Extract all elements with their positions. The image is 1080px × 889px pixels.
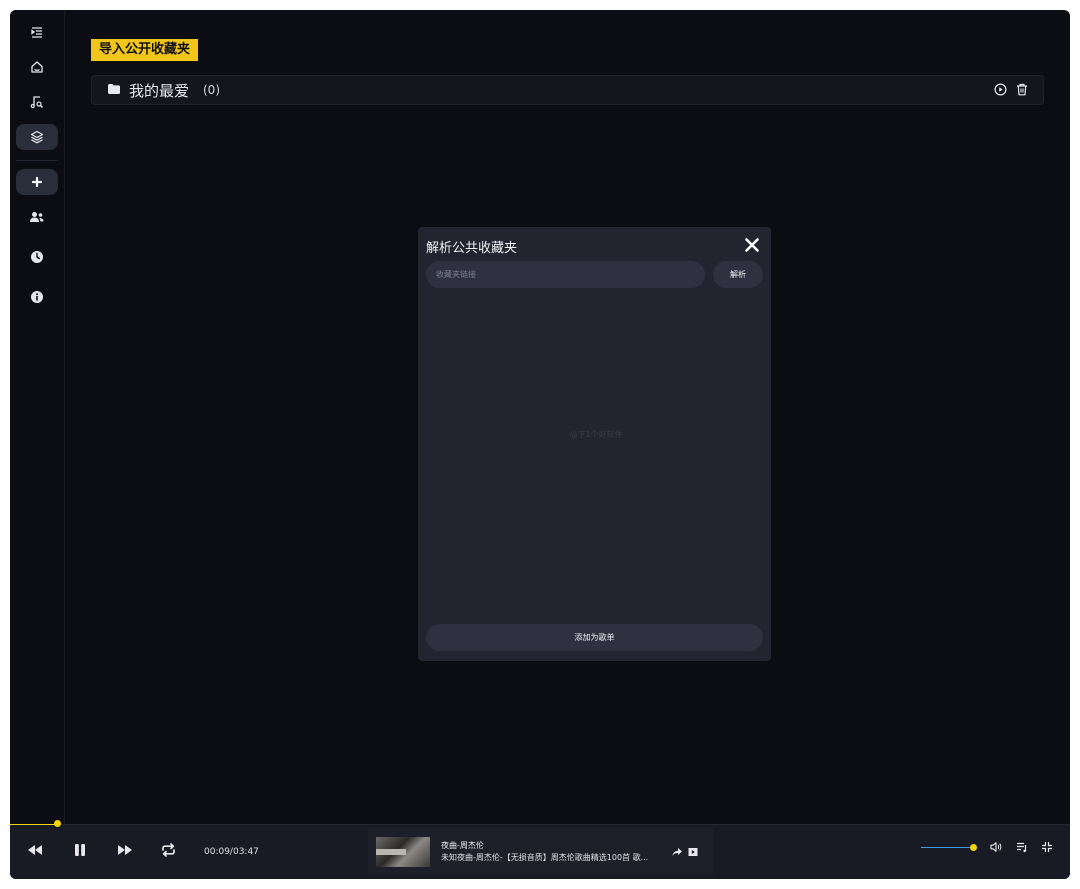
volume-fill [921,847,973,848]
plus-icon [31,176,43,188]
repeat-icon[interactable] [161,843,176,857]
sidebar [10,10,65,824]
sidebar-item-add[interactable] [16,169,58,195]
trash-icon[interactable] [1016,83,1028,96]
clock-icon [31,251,43,263]
sidebar-item-history[interactable] [16,244,58,270]
progress-track[interactable] [10,820,1070,827]
playback-time: 00:09/03:47 [204,847,259,857]
sidebar-item-music-search[interactable] [16,89,58,115]
users-icon [30,212,44,222]
layers-icon [30,130,44,144]
app-window: 导入公开收藏夹 我的最爱 (0) 解析公共收藏夹 解析 [10,10,1070,879]
sidebar-item-about[interactable] [16,284,58,310]
main-content: 导入公开收藏夹 我的最爱 (0) 解析公共收藏夹 解析 [65,10,1070,824]
share-icon[interactable] [672,847,682,857]
player-bar: 00:09/03:47 夜曲-周杰伦 未知夜曲-周杰伦-【无损音质】周杰伦歌曲精… [10,820,1070,879]
now-playing[interactable]: 夜曲-周杰伦 未知夜曲-周杰伦-【无损音质】周杰伦歌曲精选100首 歌... [368,828,713,875]
volume-slider[interactable] [921,844,977,851]
home-icon [31,61,43,73]
folder-name: 我的最爱 [129,82,190,100]
add-as-playlist-button[interactable]: 添加为歌单 [426,624,763,651]
import-public-collection-button[interactable]: 导入公开收藏夹 [91,39,199,61]
empty-text: @下1个好软件 [569,430,623,439]
sidebar-divider [16,160,58,161]
empty-watermark: @下1个好软件 [556,429,636,440]
info-icon [31,291,43,303]
music-search-icon [30,96,43,109]
progress-knob[interactable] [54,820,61,827]
progress-fill [10,824,57,825]
sidebar-item-collections[interactable] [16,124,58,150]
video-icon[interactable] [688,847,698,857]
parse-collection-dialog: 解析公共收藏夹 解析 @下1个好软件 添加为歌单 [418,227,771,661]
next-icon[interactable] [117,843,133,857]
play-circle-icon[interactable] [994,83,1007,96]
close-icon[interactable] [744,237,760,253]
previous-icon[interactable] [27,843,43,857]
folder-icon [108,84,120,94]
dialog-title: 解析公共收藏夹 [426,241,518,256]
speaker-icon[interactable] [990,841,1002,853]
album-cover-detail [376,849,406,855]
folder-row-favorites[interactable]: 我的最爱 (0) [91,75,1044,105]
song-title: 夜曲-周杰伦 [441,841,484,850]
pause-icon[interactable] [73,843,87,857]
playlist-icon[interactable] [1016,841,1028,853]
song-subtitle: 未知夜曲-周杰伦-【无损音质】周杰伦歌曲精选100首 歌... [441,853,649,862]
sidebar-toggle-button[interactable] [16,19,58,45]
folder-count: (0) [203,83,220,97]
album-cover [376,837,430,867]
volume-knob[interactable] [970,844,977,851]
collection-link-input[interactable] [426,261,705,288]
sidebar-item-users[interactable] [16,204,58,230]
collapse-icon[interactable] [1041,841,1053,853]
parse-button[interactable]: 解析 [713,261,763,288]
sidebar-item-home[interactable] [16,54,58,80]
indent-list-icon [31,27,42,38]
